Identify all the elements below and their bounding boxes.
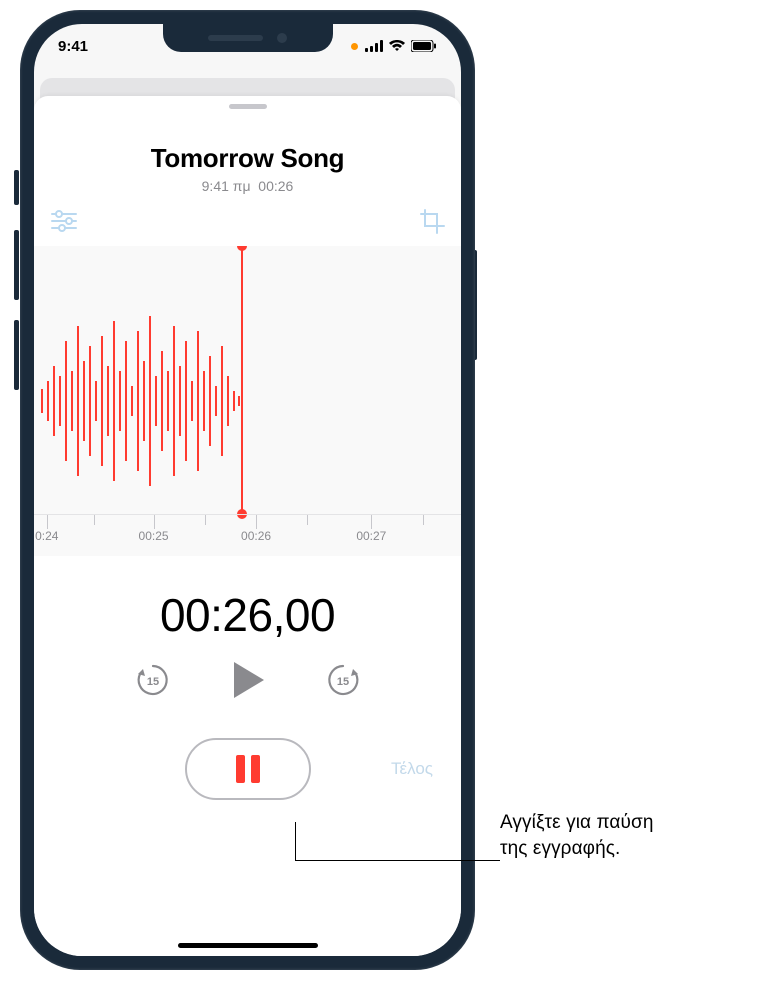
pause-icon — [236, 755, 260, 783]
screen: 9:41 Tomorrow Song 9:41 πμ 00: — [34, 24, 461, 956]
phone-volume-up — [14, 230, 19, 300]
phone-volume-down — [14, 320, 19, 390]
battery-icon — [411, 40, 437, 52]
waveform-area[interactable]: 0:24 00:25 00:26 00:27 — [34, 246, 461, 556]
recording-time: 9:41 πμ — [202, 178, 251, 194]
sheet-grabber[interactable] — [229, 104, 267, 109]
recording-subtitle: 9:41 πμ 00:26 — [34, 178, 461, 194]
done-button[interactable]: Τέλος — [391, 759, 433, 779]
status-time: 9:41 — [58, 38, 88, 55]
skip-back-15-icon[interactable]: 15 — [134, 661, 172, 699]
tick-label: 00:27 — [356, 529, 386, 543]
tick-label: 00:25 — [139, 529, 169, 543]
callout-text: Αγγίξτε για παύση της εγγραφής. — [500, 810, 750, 861]
tick-label: 00:26 — [241, 529, 271, 543]
waveform — [34, 271, 461, 531]
recording-sheet: Tomorrow Song 9:41 πμ 00:26 — [34, 96, 461, 956]
playhead[interactable] — [241, 246, 243, 514]
recording-title[interactable]: Tomorrow Song — [34, 143, 461, 174]
phone-frame: 9:41 Tomorrow Song 9:41 πμ 00: — [20, 10, 475, 970]
skip-forward-15-icon[interactable]: 15 — [324, 661, 362, 699]
home-indicator[interactable] — [178, 943, 318, 948]
pause-button[interactable] — [185, 738, 311, 800]
cellular-signal-icon — [365, 40, 383, 52]
time-ruler: 0:24 00:25 00:26 00:27 — [34, 514, 461, 556]
svg-text:15: 15 — [146, 676, 158, 688]
callout-leader-line — [295, 860, 500, 861]
play-icon[interactable] — [230, 660, 266, 700]
recording-indicator-icon — [351, 43, 358, 50]
callout-line-2: της εγγραφής. — [500, 838, 620, 859]
recording-duration: 00:26 — [258, 178, 293, 194]
elapsed-timer: 00:26,00 — [34, 588, 461, 642]
callout-line-1: Αγγίξτε για παύση — [500, 812, 654, 833]
notch — [163, 24, 333, 52]
settings-sliders-icon[interactable] — [50, 210, 78, 232]
callout-leader-line — [295, 822, 296, 860]
tick-label: 0:24 — [35, 529, 58, 543]
wifi-icon — [388, 40, 406, 52]
phone-mute-switch — [14, 170, 19, 205]
crop-icon[interactable] — [419, 208, 445, 234]
svg-text:15: 15 — [336, 676, 348, 688]
status-right — [351, 40, 437, 52]
